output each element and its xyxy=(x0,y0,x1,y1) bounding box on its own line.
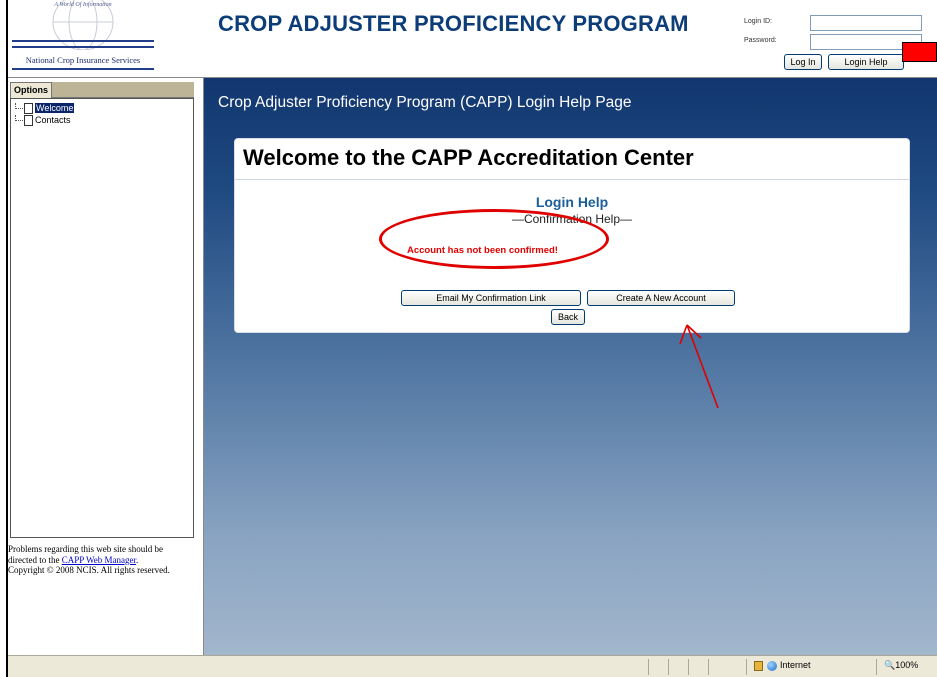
logo-name: National Crop Insurance Services xyxy=(25,55,141,65)
zoom-icon: 🔍 xyxy=(884,660,896,670)
status-cell xyxy=(688,659,689,675)
zone-label: Internet xyxy=(780,660,811,670)
logo-rule-top xyxy=(12,40,154,42)
options-tab[interactable]: Options xyxy=(10,82,52,98)
login-button[interactable]: Log In xyxy=(784,54,822,70)
zoom-label: 100% xyxy=(895,660,919,670)
annotation-arrow xyxy=(679,324,719,409)
app-title: CROP ADJUSTER PROFICIENCY PROGRAM xyxy=(218,11,689,36)
redaction-box xyxy=(902,42,937,62)
sidebar: Options Welcome Contacts Problems regard… xyxy=(8,78,204,655)
sidebar-item-contacts[interactable]: Contacts xyxy=(15,115,71,127)
document-icon xyxy=(24,103,33,114)
options-tree: Welcome Contacts xyxy=(10,98,194,538)
internet-globe-icon xyxy=(767,660,777,671)
status-cell xyxy=(668,659,669,675)
document-icon xyxy=(24,115,33,126)
tree-branch-icon xyxy=(15,103,23,109)
copyright: Copyright © 2008 NCIS. All rights reserv… xyxy=(8,565,170,575)
support-note: Problems regarding this web site should … xyxy=(8,544,194,576)
logo-rule-bottom xyxy=(12,68,154,70)
login-help-button[interactable]: Login Help xyxy=(828,54,904,70)
protected-mode-icon xyxy=(754,660,763,671)
status-cell xyxy=(876,659,877,675)
web-manager-link[interactable]: CAPP Web Manager xyxy=(62,555,136,565)
login-id-input[interactable] xyxy=(810,15,922,31)
sidebar-item-welcome[interactable]: Welcome xyxy=(15,103,75,115)
support-text-end: . xyxy=(136,554,139,565)
ncis-logo: A World Of Information National Crop Ins… xyxy=(12,0,154,70)
tree-branch-icon xyxy=(15,115,23,121)
browser-status-bar: Internet 🔍100% xyxy=(8,655,937,677)
status-cell xyxy=(746,659,747,675)
logo-rule-mid xyxy=(12,46,154,48)
main-content: Crop Adjuster Proficiency Program (CAPP)… xyxy=(204,78,937,655)
sidebar-item-label: Contacts xyxy=(35,115,71,125)
status-cell xyxy=(708,659,709,675)
status-cell xyxy=(648,659,649,675)
security-zone: Internet xyxy=(754,660,811,671)
login-id-label: Login ID: xyxy=(744,18,773,25)
zoom-level[interactable]: 🔍100% xyxy=(884,660,918,671)
password-label: Password: xyxy=(744,37,777,44)
logo-tagline: A World Of Information xyxy=(54,2,112,8)
options-tab-strip xyxy=(52,82,194,98)
sidebar-item-label: Welcome xyxy=(35,103,75,113)
header: A World Of Information National Crop Ins… xyxy=(8,0,937,78)
